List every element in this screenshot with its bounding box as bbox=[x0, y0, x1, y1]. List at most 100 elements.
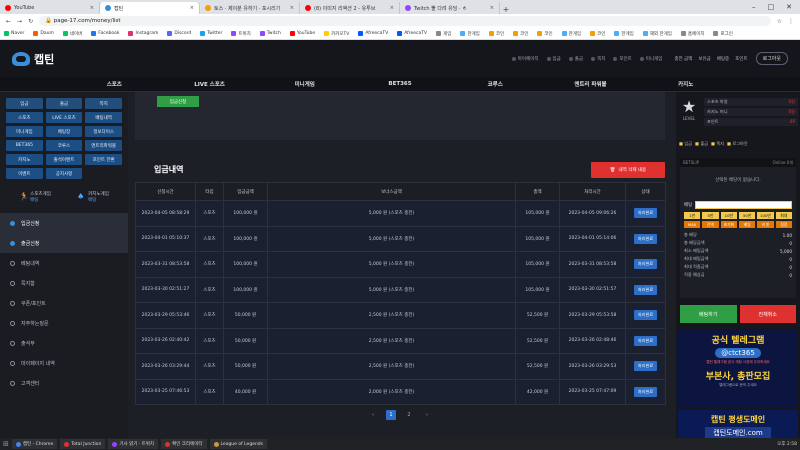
user-tab[interactable]: 출금 bbox=[695, 141, 708, 147]
bookmark-item[interactable]: 한게임 bbox=[561, 31, 581, 37]
bookmark-item[interactable]: 한게임 bbox=[460, 31, 480, 37]
bet-chip-button[interactable]: 10만 bbox=[720, 212, 737, 219]
page-button[interactable]: › bbox=[422, 410, 432, 420]
place-bet-button[interactable]: 배팅하기 bbox=[680, 305, 737, 323]
telegram-banner[interactable]: 공식 텔레그램 @ctct365 캡틴 텔레그램 공식 계정 사칭에 주의하세요… bbox=[678, 329, 798, 407]
bet-chip-button[interactable]: 정정 bbox=[775, 221, 792, 228]
bookmark-item[interactable]: Instagram bbox=[128, 31, 158, 36]
nav-item[interactable]: LIVE 스포츠 bbox=[162, 80, 257, 88]
browser-tab[interactable]: (8) 이미지 리액션 2 - 유투브 × bbox=[300, 2, 400, 14]
bookmark-item[interactable]: 트위치 bbox=[231, 31, 251, 37]
status-badge[interactable]: 처리완료 bbox=[633, 233, 658, 244]
windows-start-icon[interactable]: ⊞ bbox=[3, 440, 9, 448]
bookmark-item[interactable]: YouTube bbox=[289, 31, 315, 36]
user-tab[interactable]: 입금 bbox=[679, 141, 692, 147]
logout-button[interactable]: 로그아웃 bbox=[755, 52, 788, 65]
tab-close-icon[interactable]: × bbox=[390, 5, 394, 11]
reload-icon[interactable]: ↻ bbox=[28, 18, 33, 25]
bookmark-item[interactable]: 코인 bbox=[537, 31, 553, 37]
header-link[interactable]: 마이페이지 bbox=[512, 56, 539, 62]
quick-menu-button[interactable]: 이벤트 bbox=[6, 168, 43, 179]
url-field[interactable]: 🔒 page-17.com/money/list bbox=[39, 16, 771, 26]
bookmark-item[interactable]: AfreecaTV bbox=[358, 31, 388, 36]
header-link[interactable]: 미니게임 bbox=[640, 56, 663, 62]
site-logo[interactable]: 캡틴 bbox=[12, 51, 54, 67]
browser-tab[interactable]: 토스 · 제이분 유하기 · 포시리기 × bbox=[200, 2, 300, 14]
quick-menu-button[interactable]: 미니게임 bbox=[6, 126, 43, 137]
header-link[interactable]: 포인트 bbox=[613, 56, 631, 62]
quick-menu-button[interactable]: 엔트리파워볼 bbox=[85, 140, 122, 151]
sidebar-menu-item[interactable]: 쿠폰/포인트 bbox=[0, 293, 128, 313]
sidebar-menu-item[interactable]: 마이페이지 내역 bbox=[0, 353, 128, 373]
bet-chip-button[interactable]: MAX bbox=[684, 221, 701, 228]
taskbar-item[interactable]: 기사 읽기 · 트위치 bbox=[108, 439, 159, 449]
browser-tab[interactable]: YouTube × bbox=[0, 2, 100, 14]
bet-chip-button[interactable]: 리셋 bbox=[757, 221, 774, 228]
nav-item[interactable]: 엔트리 파워볼 bbox=[543, 80, 638, 88]
bet-chip-button[interactable]: 최대 bbox=[775, 212, 792, 219]
nav-item[interactable]: 카지노 bbox=[638, 80, 733, 88]
tab-close-icon[interactable]: × bbox=[190, 5, 194, 11]
bookmark-item[interactable]: 홈페이지 bbox=[680, 31, 704, 37]
status-badge[interactable]: 처리완료 bbox=[633, 284, 658, 295]
quick-menu-button[interactable]: 정보다이스 bbox=[85, 126, 122, 137]
status-badge[interactable]: 처리완료 bbox=[633, 386, 658, 397]
quick-menu-button[interactable]: 배팅내역 bbox=[85, 112, 122, 123]
page-button[interactable]: 1 bbox=[386, 410, 396, 420]
sidebar-menu-item[interactable]: 입금신청 bbox=[0, 213, 128, 233]
status-badge[interactable]: 처리완료 bbox=[633, 335, 658, 346]
bookmark-item[interactable]: 코인 bbox=[590, 31, 605, 37]
quick-menu-button[interactable]: 스포츠 bbox=[6, 112, 43, 123]
nav-item[interactable]: 미니게임 bbox=[257, 80, 352, 88]
new-tab-icon[interactable]: + bbox=[500, 5, 512, 14]
browser-tab[interactable]: Twitch 뿔 다려 유딩 · ㅎ × bbox=[400, 2, 500, 14]
bookmark-item[interactable]: 해외 한게임 bbox=[642, 31, 672, 37]
forward-icon[interactable]: → bbox=[17, 18, 22, 25]
bookmark-item[interactable]: Daum bbox=[33, 31, 54, 36]
bookmark-item[interactable]: 코인 bbox=[488, 31, 504, 37]
quick-menu-button[interactable]: BET365 bbox=[6, 140, 43, 151]
bookmark-item[interactable]: Discord bbox=[167, 31, 191, 36]
deposit-apply-button[interactable]: 입금신청 bbox=[157, 96, 199, 107]
cancel-all-button[interactable]: 전체취소 bbox=[739, 305, 796, 323]
nav-item[interactable]: 코루스 bbox=[448, 80, 543, 88]
minimize-icon[interactable]: – bbox=[752, 3, 756, 11]
bet-chip-button[interactable]: 50만 bbox=[739, 212, 756, 219]
sidebar-menu-item[interactable]: 출금신청 bbox=[0, 233, 128, 253]
status-badge[interactable]: 처리완료 bbox=[633, 310, 658, 321]
taskbar-item[interactable]: 확인 크리에이터 bbox=[161, 439, 207, 449]
game-shortcut[interactable]: ♠ 카지노게임 배팅 bbox=[77, 191, 109, 203]
quick-menu-button[interactable]: 카지노 bbox=[6, 154, 43, 165]
quick-menu-button[interactable]: 출금 bbox=[45, 98, 83, 109]
bookmark-item[interactable]: 게임 bbox=[436, 31, 451, 37]
back-icon[interactable]: ← bbox=[6, 18, 11, 25]
header-link[interactable]: 입금 bbox=[547, 56, 561, 62]
sidebar-menu-item[interactable]: 쪽지함 bbox=[0, 273, 128, 293]
header-link[interactable]: 출금 bbox=[569, 56, 583, 62]
page-button[interactable]: ‹ bbox=[368, 410, 378, 420]
menu-icon[interactable]: ⋮ bbox=[788, 18, 794, 25]
quick-menu-button[interactable]: 코루스 bbox=[45, 140, 83, 151]
browser-tab[interactable]: 캡틴 × bbox=[100, 2, 200, 14]
quick-menu-button[interactable]: 공지사항 bbox=[45, 168, 83, 179]
status-badge[interactable]: 처리완료 bbox=[633, 361, 658, 372]
bookmark-item[interactable]: Twitch bbox=[259, 31, 281, 36]
bookmark-item[interactable]: Naver bbox=[4, 31, 24, 36]
tab-close-icon[interactable]: × bbox=[90, 5, 94, 11]
delete-history-button[interactable]: 🗑 내역 삭제 내용 bbox=[591, 162, 665, 178]
bet-amount-input[interactable] bbox=[695, 201, 792, 209]
bookmark-item[interactable]: Twitter bbox=[200, 31, 222, 36]
bookmark-item[interactable]: 로그인 bbox=[713, 31, 733, 37]
bet-chip-button[interactable]: 잔액 bbox=[702, 221, 719, 228]
bet-chip-button[interactable]: 초기화 bbox=[720, 221, 737, 228]
sidebar-menu-item[interactable]: 고객센터 bbox=[0, 373, 128, 393]
star-bookmark-icon[interactable]: ☆ bbox=[777, 18, 782, 25]
header-link[interactable]: 쪽지 bbox=[591, 56, 605, 62]
maximize-icon[interactable]: □ bbox=[768, 3, 775, 11]
status-badge[interactable]: 처리완료 bbox=[633, 208, 658, 219]
sidebar-menu-item[interactable]: 베팅내역 bbox=[0, 253, 128, 273]
tab-close-icon[interactable]: × bbox=[290, 5, 294, 11]
bookmark-item[interactable]: 네이버 bbox=[62, 31, 82, 37]
nav-item[interactable]: BET365 bbox=[352, 81, 447, 87]
status-badge[interactable]: 처리완료 bbox=[633, 259, 658, 270]
